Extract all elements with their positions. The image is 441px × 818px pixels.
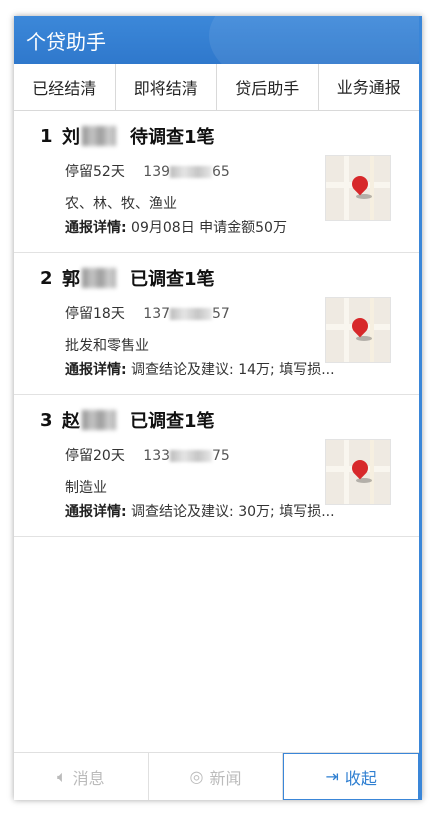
- collapse-button[interactable]: ⇥ 收起: [283, 753, 420, 800]
- item-header: 2 郭 已调查1笔: [40, 265, 215, 291]
- item-index: 3: [40, 409, 53, 431]
- news-button[interactable]: ◎ 新闻: [149, 753, 284, 800]
- stay-and-phone: 停留20天 133 75: [65, 445, 230, 465]
- message-button[interactable]: 🔈︎ 消息: [14, 753, 149, 800]
- location-pin-icon: [348, 172, 372, 196]
- detail-text: 调查结论及建议: 14万; 填写损...: [126, 362, 335, 378]
- map-thumbnail-icon[interactable]: [325, 297, 391, 363]
- footer-bar: 🔈︎ 消息 ◎ 新闻 ⇥ 收起: [14, 752, 420, 800]
- report-detail: 通报详情: 09月08日 申请金额50万: [65, 217, 287, 237]
- detail-label: 通报详情:: [65, 504, 127, 520]
- redacted-name: [82, 126, 116, 146]
- list-item[interactable]: 2 郭 已调查1笔 停留18天 137 57 批发和零售业 通报详情: 调查结论及…: [14, 253, 419, 395]
- industry: 制造业: [65, 480, 107, 496]
- stay-days: 停留18天: [65, 306, 125, 322]
- tab-settling-soon[interactable]: 即将结清: [115, 64, 217, 110]
- tab-settled[interactable]: 已经结清: [14, 64, 116, 110]
- item-header: 1 刘 待调查1笔: [40, 123, 215, 149]
- customer-name: 赵: [62, 411, 80, 432]
- report-list: 1 刘 待调查1笔 停留52天 139 65 农、林、牧、渔业 通报详情: 09月…: [14, 111, 419, 537]
- globe-icon: ◎: [189, 767, 204, 786]
- customer-name: 刘: [62, 127, 80, 148]
- phone-number: 139 65: [143, 164, 230, 180]
- detail-text: 调查结论及建议: 30万; 填写损...: [126, 504, 335, 520]
- collapse-label: 收起: [344, 768, 377, 788]
- message-label: 消息: [72, 768, 105, 788]
- exit-arrow-icon: ⇥: [325, 767, 339, 786]
- news-label: 新闻: [209, 768, 242, 788]
- detail-label: 通报详情:: [65, 362, 127, 378]
- detail-text: 09月08日 申请金额50万: [126, 220, 287, 236]
- app-title: 个贷助手: [26, 29, 106, 54]
- item-index: 1: [40, 125, 53, 147]
- industry: 农、林、牧、渔业: [65, 196, 177, 212]
- tab-bar: 已经结清 即将结清 贷后助手 业务通报: [14, 64, 419, 111]
- survey-status: 已调查1笔: [130, 269, 215, 290]
- phone-number: 137 57: [143, 306, 230, 322]
- phone-number: 133 75: [143, 448, 230, 464]
- location-pin-icon: [348, 314, 372, 338]
- stay-and-phone: 停留18天 137 57: [65, 303, 230, 323]
- speaker-icon: 🔈︎: [57, 766, 67, 786]
- item-index: 2: [40, 267, 53, 289]
- survey-status: 已调查1笔: [130, 411, 215, 432]
- customer-name: 郭: [62, 269, 80, 290]
- assistant-window: 个贷助手 已经结清 即将结清 贷后助手 业务通报 1 刘 待调查1笔 停留52天…: [14, 16, 422, 800]
- location-pin-icon: [348, 456, 372, 480]
- title-bar: 个贷助手: [14, 16, 419, 64]
- survey-status: 待调查1笔: [130, 127, 215, 148]
- report-detail: 通报详情: 调查结论及建议: 14万; 填写损...: [65, 359, 335, 379]
- tab-business-report[interactable]: 业务通报: [318, 64, 419, 110]
- stay-days: 停留20天: [65, 448, 125, 464]
- list-item[interactable]: 1 刘 待调查1笔 停留52天 139 65 农、林、牧、渔业 通报详情: 09月…: [14, 111, 419, 253]
- redacted-name: [82, 410, 116, 430]
- stay-and-phone: 停留52天 139 65: [65, 161, 230, 181]
- item-header: 3 赵 已调查1笔: [40, 407, 215, 433]
- redacted-name: [82, 268, 116, 288]
- stay-days: 停留52天: [65, 164, 125, 180]
- detail-label: 通报详情:: [65, 220, 127, 236]
- list-item[interactable]: 3 赵 已调查1笔 停留20天 133 75 制造业 通报详情: 调查结论及建议:…: [14, 395, 419, 537]
- report-detail: 通报详情: 调查结论及建议: 30万; 填写损...: [65, 501, 335, 521]
- tab-post-loan[interactable]: 贷后助手: [217, 64, 319, 110]
- map-thumbnail-icon[interactable]: [325, 439, 391, 505]
- industry: 批发和零售业: [65, 338, 149, 354]
- map-thumbnail-icon[interactable]: [325, 155, 391, 221]
